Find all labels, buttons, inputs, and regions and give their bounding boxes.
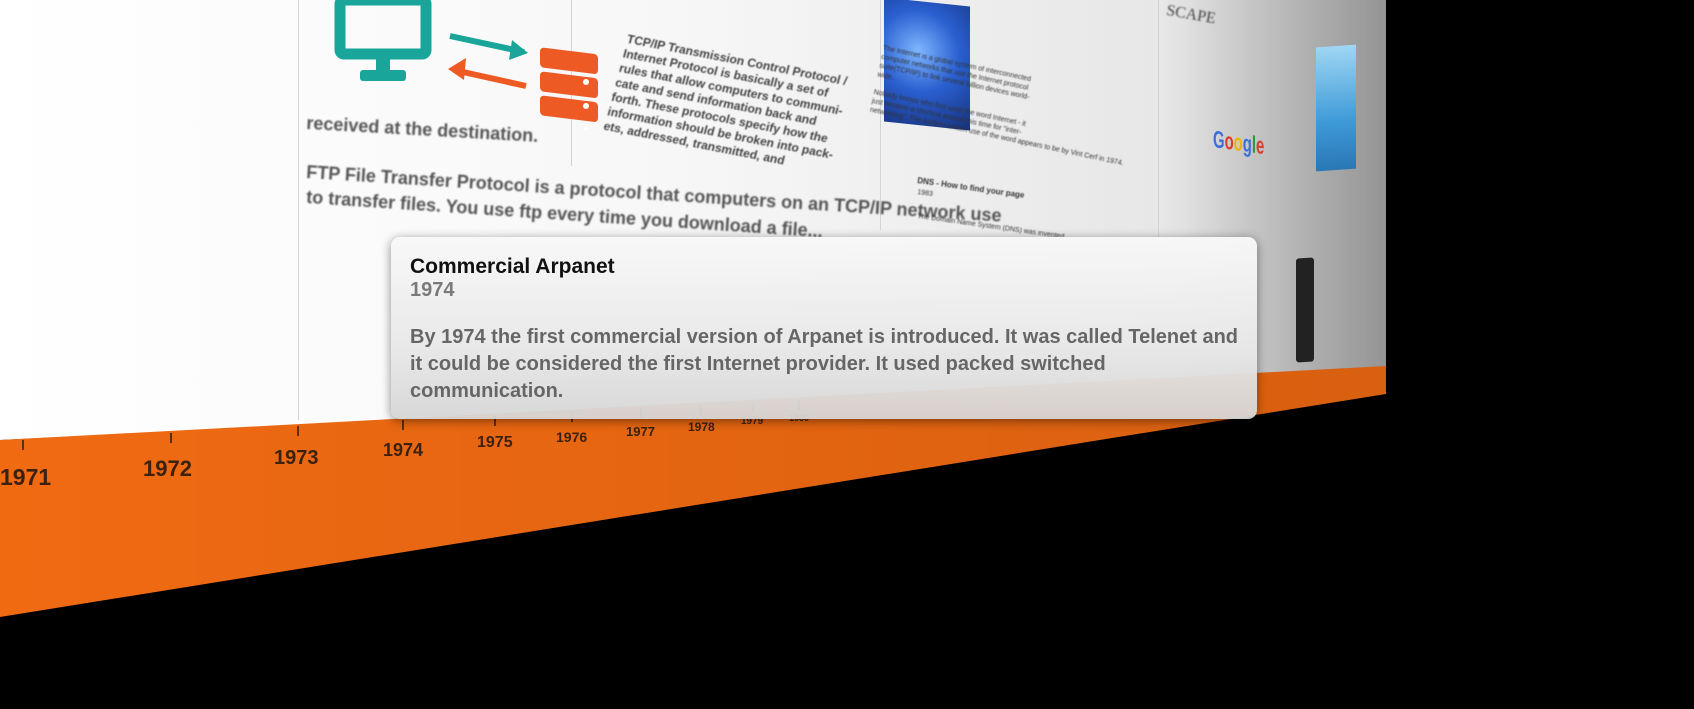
year-label: 1971 bbox=[0, 464, 52, 490]
tick bbox=[402, 420, 404, 430]
column-divider bbox=[298, 0, 299, 420]
network-illustration bbox=[334, 0, 598, 130]
arrows-icon bbox=[448, 33, 528, 89]
tick bbox=[170, 433, 172, 443]
event-tooltip[interactable]: Commercial Arpanet 1974 By 1974 the firs… bbox=[391, 237, 1257, 419]
cloud-image bbox=[1316, 44, 1356, 172]
timeline-scene: received at the destination. FTP File Tr… bbox=[0, 0, 1694, 709]
tick bbox=[297, 426, 299, 436]
tick bbox=[22, 440, 24, 450]
monitor-icon bbox=[334, 0, 432, 81]
year-label: 1972 bbox=[143, 456, 192, 481]
year-label: 1978 bbox=[688, 420, 715, 434]
tooltip-year: 1974 bbox=[410, 279, 455, 301]
year-label: 1977 bbox=[626, 424, 655, 439]
phone-image bbox=[1296, 257, 1314, 363]
year-label: 1973 bbox=[274, 447, 319, 469]
year-label: 1974 bbox=[383, 440, 424, 460]
year-label: 1976 bbox=[556, 429, 588, 445]
tooltip-title: Commercial Arpanet bbox=[410, 255, 615, 278]
tooltip-body: By 1974 the first commercial version of … bbox=[410, 326, 1239, 402]
server-icon bbox=[540, 47, 598, 130]
year-label: 1975 bbox=[477, 434, 513, 451]
